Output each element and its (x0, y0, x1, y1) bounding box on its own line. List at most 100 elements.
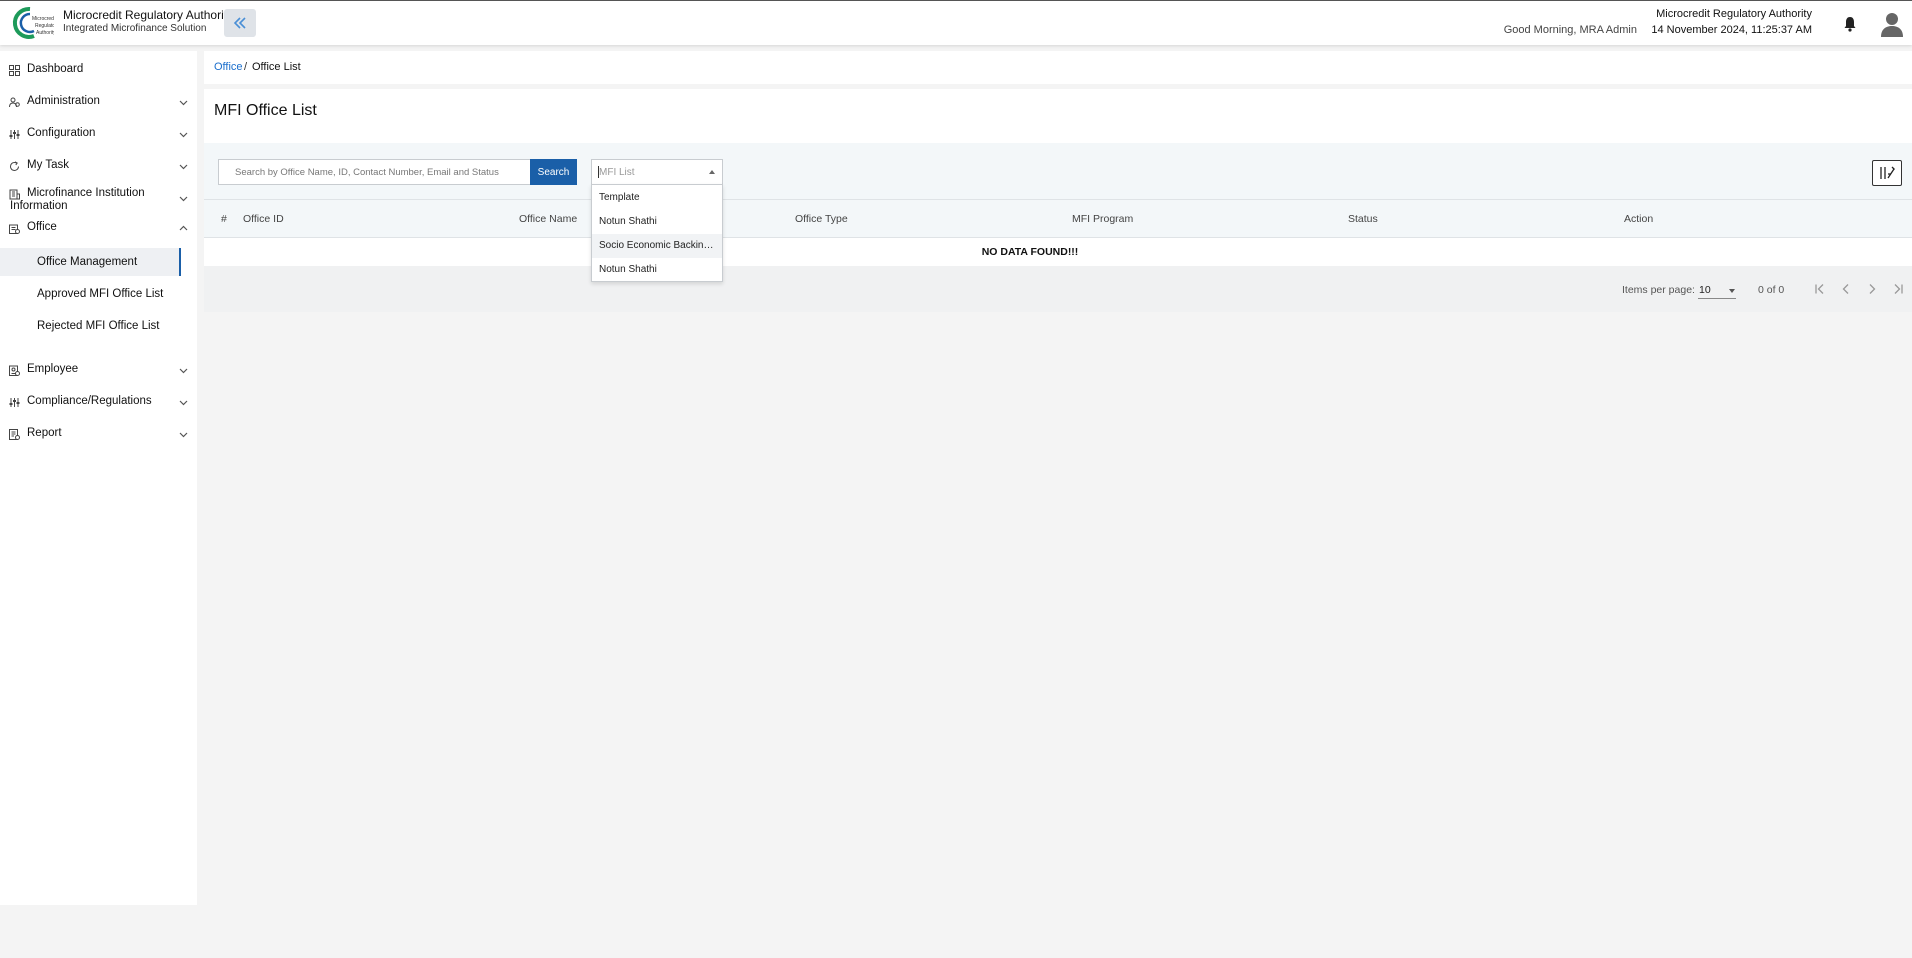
column-settings-button[interactable] (1872, 160, 1902, 186)
user-avatar-icon[interactable] (1880, 11, 1904, 37)
chevron-down-icon (179, 432, 188, 438)
sidebar-item-compliance[interactable]: Compliance/Regulations (0, 389, 197, 415)
office-icon (9, 224, 20, 234)
grid-icon (9, 65, 20, 76)
sidebar-subitem-label: Office Management (37, 256, 138, 268)
sidebar-subitem-label: Rejected MFI Office List (37, 320, 160, 332)
search-button[interactable]: Search (530, 159, 577, 185)
sidebar-item-label: Office (27, 221, 57, 233)
paginator: Items per page: 10 0 of 0 (204, 266, 1912, 312)
page-title: MFI Office List (214, 102, 317, 119)
page-range-label: 0 of 0 (1758, 284, 1785, 296)
chevron-down-icon (179, 368, 188, 374)
mfi-option-label: Template (599, 192, 640, 203)
mfi-option[interactable]: Notun Shathi (592, 210, 722, 234)
org-name: Microcredit Regulatory Authority (1656, 8, 1812, 20)
search-input[interactable] (218, 159, 534, 185)
mfi-select-placeholder: MFI List (599, 167, 635, 178)
last-page-icon (1894, 284, 1903, 294)
chevron-down-icon (179, 196, 188, 202)
empty-table-message: NO DATA FOUND!!! (981, 246, 1079, 258)
notification-bell-icon[interactable] (1842, 15, 1858, 33)
chevron-up-icon (179, 225, 188, 231)
svg-text:Regulatory: Regulatory (35, 23, 54, 29)
column-header-office-name[interactable]: Office Name (519, 213, 577, 225)
chevron-right-icon (1869, 284, 1876, 294)
sidebar-item-mfi-information[interactable]: Microfinance Institution Information (0, 185, 197, 215)
sidebar-item-label: Report (27, 427, 62, 439)
sidebar-subitem-rejected-office-list[interactable]: Rejected MFI Office List (0, 312, 181, 340)
svg-text:Microcredit: Microcredit (32, 16, 54, 22)
mfi-option[interactable]: Socio Economic Backing A... (592, 234, 722, 258)
sidebar-item-report[interactable]: Report (0, 421, 197, 447)
brand-title: Microcredit Regulatory Authority (63, 8, 234, 22)
page-title-bar: MFI Office List (204, 89, 1912, 143)
first-page-icon (1815, 284, 1824, 294)
current-datetime: 14 November 2024, 11:25:37 AM (1651, 24, 1812, 36)
column-header-index: # (221, 213, 227, 225)
table-body: NO DATA FOUND!!! (204, 238, 1912, 266)
mfi-list-select[interactable]: MFI List (591, 159, 723, 185)
chevron-up-icon (709, 170, 715, 174)
id-card-icon (9, 365, 20, 376)
first-page-button[interactable] (1810, 279, 1830, 299)
sidebar-item-office[interactable]: Office (0, 215, 197, 241)
sidebar-subitem-approved-office-list[interactable]: Approved MFI Office List (0, 280, 181, 308)
collapse-sidebar-button[interactable] (224, 9, 256, 37)
sidebar-item-label: Administration (27, 95, 100, 107)
breadcrumb-office-link[interactable]: Office (214, 61, 243, 73)
mfi-option-label: Socio Economic Backing A... (599, 240, 717, 251)
users-icon (9, 97, 20, 108)
mfi-list-dropdown: Template Notun Shathi Socio Economic Bac… (591, 184, 723, 282)
sidebar-item-label: Microfinance Institution Information (10, 187, 145, 212)
chevron-down-icon (179, 164, 188, 170)
sliders-icon (9, 398, 20, 407)
sidebar-item-label: Dashboard (27, 63, 84, 75)
sidebar-item-label: My Task (27, 159, 69, 171)
column-header-office-type[interactable]: Office Type (795, 213, 848, 225)
greeting-text: Good Morning, MRA Admin (1503, 24, 1637, 36)
items-per-page-select[interactable]: 10 (1698, 281, 1736, 299)
breadcrumb-separator: / (244, 61, 248, 73)
column-header-status[interactable]: Status (1348, 213, 1378, 225)
sidebar-item-administration[interactable]: Administration (0, 89, 197, 115)
sidebar-item-label: Configuration (27, 127, 96, 139)
sliders-icon (9, 130, 20, 139)
chevron-down-icon (179, 132, 188, 138)
column-header-mfi-program[interactable]: MFI Program (1072, 213, 1133, 225)
previous-page-button[interactable] (1836, 279, 1856, 299)
column-header-action: Action (1624, 213, 1654, 225)
sidebar-item-label: Employee (27, 363, 79, 375)
mra-logo-icon: Microcredit Regulatory Authority (12, 6, 54, 39)
chevron-down-icon (1729, 289, 1735, 293)
filter-bar: Search MFI List (204, 143, 1912, 199)
last-page-button[interactable] (1888, 279, 1908, 299)
breadcrumb: Office / Office List (204, 51, 1912, 84)
breadcrumb-current: Office List (252, 61, 301, 73)
mfi-option[interactable]: Template (592, 186, 722, 210)
brand-subtitle: Integrated Microfinance Solution (63, 23, 207, 34)
chevron-down-icon (179, 400, 188, 406)
sidebar-item-employee[interactable]: Employee (0, 357, 197, 383)
chevron-left-icon (1842, 284, 1849, 294)
next-page-button[interactable] (1862, 279, 1882, 299)
refresh-icon (10, 161, 19, 171)
sidebar-item-dashboard[interactable]: Dashboard (0, 57, 197, 83)
mfi-option-label: Notun Shathi (599, 264, 657, 275)
double-chevron-left-icon (233, 17, 246, 29)
top-header: Microcredit Regulatory Authority Microcr… (0, 0, 1912, 45)
chevron-down-icon (179, 100, 188, 106)
sidebar-item-my-task[interactable]: My Task (0, 153, 197, 179)
sidebar-subitem-office-management[interactable]: Office Management (0, 248, 181, 276)
svg-text:Authority: Authority (36, 30, 54, 36)
report-icon (9, 429, 20, 440)
column-header-office-id[interactable]: Office ID (243, 213, 284, 225)
sidebar-item-configuration[interactable]: Configuration (0, 121, 197, 147)
column-settings-icon (1880, 166, 1895, 179)
items-per-page-value: 10 (1699, 284, 1711, 296)
mfi-option[interactable]: Notun Shathi (592, 258, 722, 282)
table-header: # Office ID Office Name Office Type MFI … (204, 199, 1912, 238)
items-per-page-label: Items per page: (1622, 284, 1695, 296)
sidebar-subitem-label: Approved MFI Office List (37, 288, 164, 300)
mfi-option-label: Notun Shathi (599, 216, 657, 227)
